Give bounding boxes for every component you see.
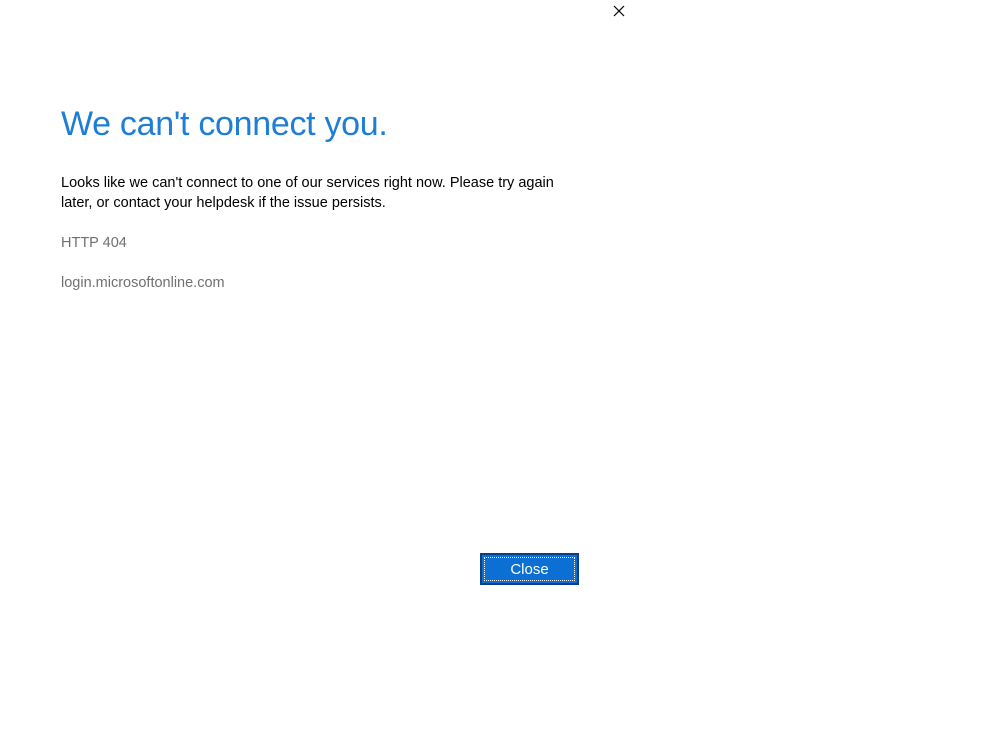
close-button-label: Close bbox=[484, 557, 575, 581]
error-dialog: We can't connect you. Looks like we can'… bbox=[0, 0, 999, 749]
host-name: login.microsoftonline.com bbox=[61, 275, 225, 291]
close-icon[interactable] bbox=[608, 0, 630, 22]
close-button[interactable]: Close bbox=[480, 553, 579, 585]
dialog-title: We can't connect you. bbox=[61, 105, 388, 143]
error-code: HTTP 404 bbox=[61, 235, 127, 251]
error-message: Looks like we can't connect to one of ou… bbox=[61, 175, 554, 211]
